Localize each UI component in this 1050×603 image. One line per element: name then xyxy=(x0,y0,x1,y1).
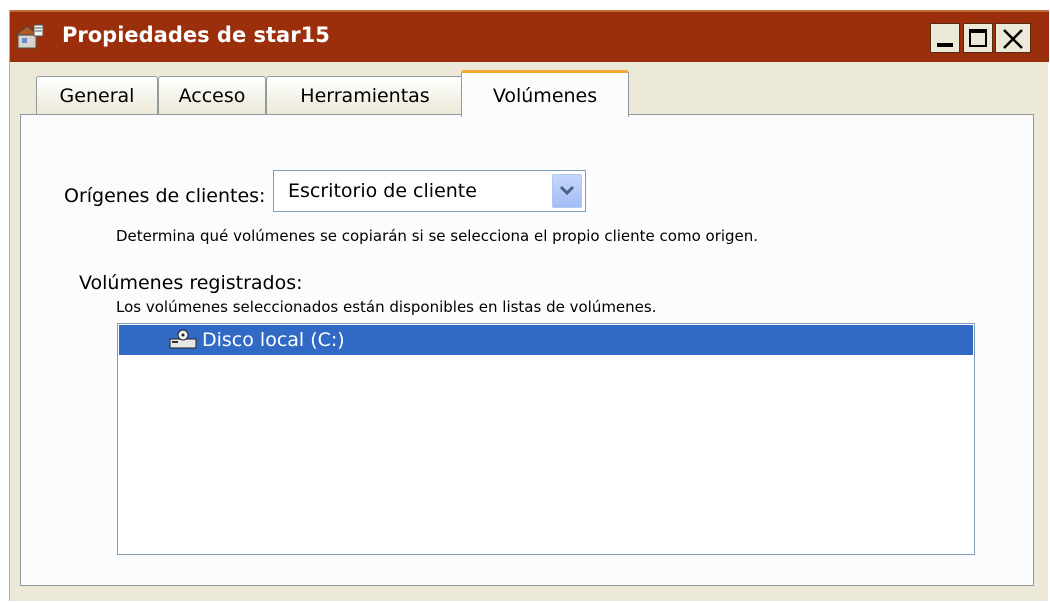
minimize-button[interactable] xyxy=(930,23,960,53)
tab-volumenes[interactable]: Volúmenes xyxy=(461,70,629,117)
client-sources-label: Orígenes de clientes: xyxy=(64,185,266,207)
window-title: Propiedades de star15 xyxy=(62,23,330,47)
tab-label: General xyxy=(59,84,135,107)
list-item-label: Disco local (C:) xyxy=(202,329,345,351)
close-icon xyxy=(1003,29,1023,49)
client-sources-dropdown[interactable]: Escritorio de cliente xyxy=(273,170,586,212)
volumes-listbox[interactable]: Disco local (C:) xyxy=(117,323,975,555)
server-properties-icon[interactable] xyxy=(14,24,44,50)
close-button[interactable] xyxy=(995,23,1031,53)
tab-general[interactable]: General xyxy=(36,76,158,114)
client-sources-value: Escritorio de cliente xyxy=(288,180,477,202)
tab-label: Acceso xyxy=(178,84,246,107)
list-item[interactable]: Disco local (C:) xyxy=(119,325,973,355)
tab-acceso[interactable]: Acceso xyxy=(158,76,266,114)
tab-label: Herramientas xyxy=(300,84,430,107)
local-disk-icon xyxy=(169,328,197,354)
tab-panel-volumenes: Orígenes de clientes: Escritorio de clie… xyxy=(20,114,1034,586)
registered-volumes-description: Los volúmenes seleccionados están dispon… xyxy=(116,298,657,316)
properties-window: Propiedades de star15 General Acceso Her… xyxy=(9,10,1049,601)
chevron-down-icon xyxy=(559,185,575,196)
tab-herramientas[interactable]: Herramientas xyxy=(266,76,464,114)
dropdown-button[interactable] xyxy=(552,174,582,208)
maximize-button[interactable] xyxy=(963,23,993,53)
title-bar[interactable]: Propiedades de star15 xyxy=(10,10,1049,62)
tab-label: Volúmenes xyxy=(492,85,598,107)
client-sources-description: Determina qué volúmenes se copiarán si s… xyxy=(116,227,759,245)
registered-volumes-label: Volúmenes registrados: xyxy=(79,272,303,294)
